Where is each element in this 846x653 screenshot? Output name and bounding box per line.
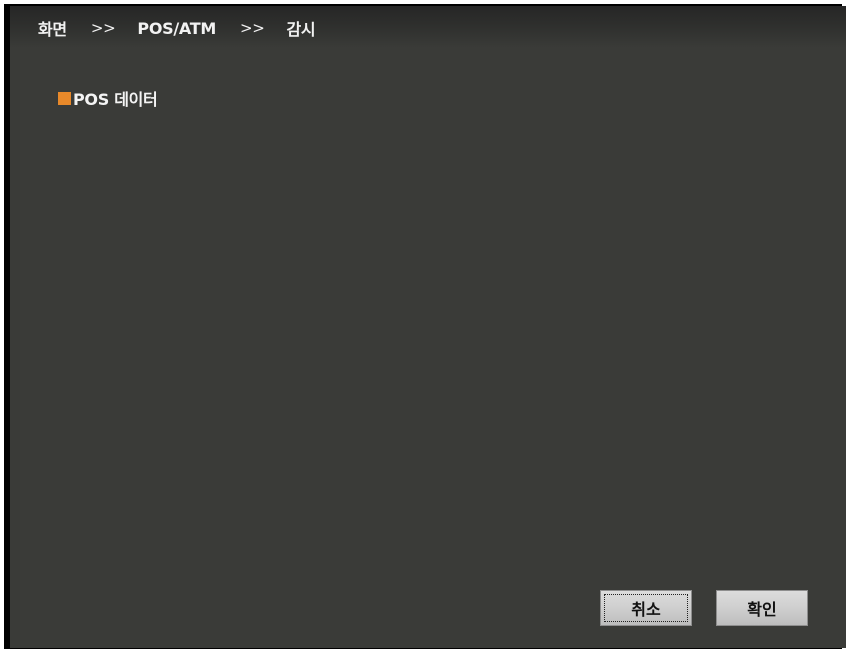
title-bar: 화면 >> POS/ATM >> 감시 xyxy=(10,6,846,48)
breadcrumb-item-pos-atm: POS/ATM xyxy=(137,18,216,38)
ok-button-label: 확인 xyxy=(747,600,777,619)
section-label: POS 데이터 xyxy=(73,90,158,109)
pos-data-section-header: POS 데이터 xyxy=(58,86,158,110)
cancel-button-label: 취소 xyxy=(631,600,661,619)
breadcrumb-separator: >> xyxy=(90,19,116,37)
breadcrumb-item-monitor: 감시 xyxy=(286,20,316,39)
pos-atm-monitor-window: 화면 >> POS/ATM >> 감시 POS 데이터 취소 확인 xyxy=(10,6,846,648)
breadcrumb-separator: >> xyxy=(239,19,265,37)
ok-button[interactable]: 확인 xyxy=(716,590,808,626)
breadcrumb-item-display: 화면 xyxy=(38,20,67,39)
cancel-button[interactable]: 취소 xyxy=(600,590,692,626)
breadcrumb: 화면 >> POS/ATM >> 감시 xyxy=(38,17,316,40)
square-bullet-icon xyxy=(58,91,71,105)
